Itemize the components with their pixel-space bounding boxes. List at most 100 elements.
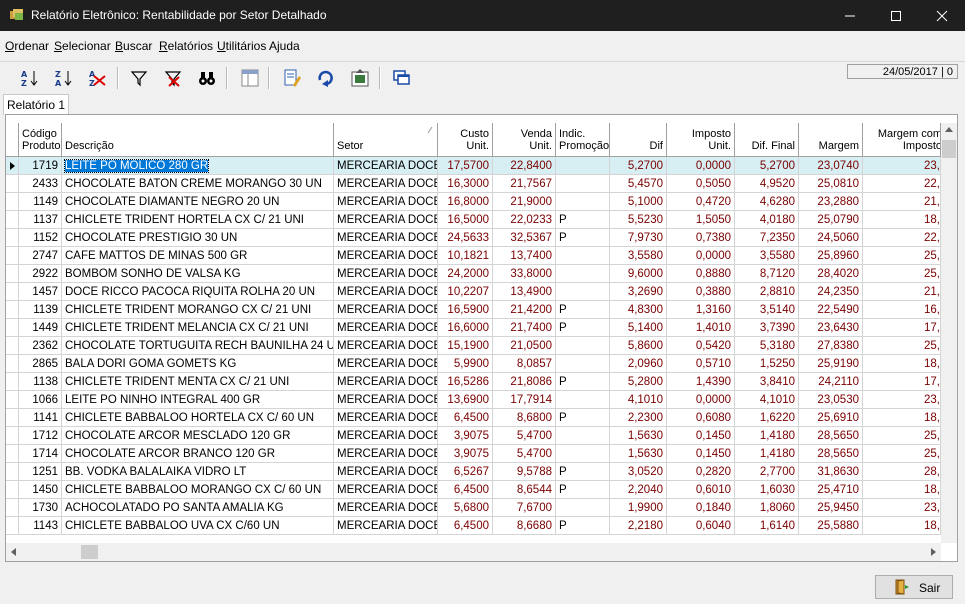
cell-descricao[interactable]: CHOCOLATE BATON CREME MORANGO 30 UN xyxy=(62,175,334,193)
cell-codigo[interactable]: 2433 xyxy=(19,175,62,193)
cell-setor[interactable]: MERCEARIA DOCE xyxy=(334,517,438,535)
row-indicator[interactable] xyxy=(6,175,19,193)
cell-dif-final[interactable]: 2,8810 xyxy=(735,283,799,301)
column-header-codigo[interactable]: Código Produto xyxy=(19,123,62,157)
cell-dif[interactable]: 1,5630 xyxy=(610,427,667,445)
cell-venda[interactable]: 22,8400 xyxy=(493,157,556,175)
cell-dif[interactable]: 5,4570 xyxy=(610,175,667,193)
row-indicator[interactable] xyxy=(6,229,19,247)
clear-filter-button[interactable] xyxy=(163,68,183,88)
cell-dif-final[interactable]: 3,8410 xyxy=(735,373,799,391)
cell-margem[interactable]: 23,6430 xyxy=(799,319,863,337)
cell-margem-imposto[interactable]: 17, xyxy=(863,373,941,391)
cell-margem-imposto[interactable]: 23, xyxy=(863,157,941,175)
cell-imposto[interactable]: 0,1450 xyxy=(667,427,735,445)
column-header-promocao[interactable]: Indic. Promoção xyxy=(556,123,610,157)
cell-setor[interactable]: MERCEARIA DOCE xyxy=(334,283,438,301)
column-header-venda[interactable]: Venda Unit. xyxy=(493,123,556,157)
cell-dif[interactable]: 3,2690 xyxy=(610,283,667,301)
menu-ordenar[interactable]: Ordenar xyxy=(5,39,49,53)
menu-buscar[interactable]: Buscar xyxy=(115,39,152,53)
cell-imposto[interactable]: 0,4720 xyxy=(667,193,735,211)
table-row[interactable]: 2362 CHOCOLATE TORTUGUITA RECH BAUNILHA 2… xyxy=(6,337,941,355)
cell-margem-imposto[interactable]: 23, xyxy=(863,391,941,409)
row-indicator[interactable] xyxy=(6,355,19,373)
cell-custo[interactable]: 6,4500 xyxy=(438,517,493,535)
cell-dif-final[interactable]: 4,1010 xyxy=(735,391,799,409)
cell-venda[interactable]: 13,7400 xyxy=(493,247,556,265)
cell-setor[interactable]: MERCEARIA DOCE xyxy=(334,301,438,319)
cell-promocao[interactable] xyxy=(556,175,610,193)
column-header-imposto[interactable]: Imposto Unit. xyxy=(667,123,735,157)
cell-dif[interactable]: 1,9900 xyxy=(610,499,667,517)
table-row[interactable]: 1251 BB. VODKA BALALAIKA VIDRO LT MERCEARI… xyxy=(6,463,941,481)
cell-codigo[interactable]: 1719 xyxy=(19,157,62,175)
cell-venda[interactable]: 22,0233 xyxy=(493,211,556,229)
cell-codigo[interactable]: 1138 xyxy=(19,373,62,391)
sort-descending-button[interactable]: Z A xyxy=(54,68,74,88)
cell-setor[interactable]: MERCEARIA DOCE xyxy=(334,463,438,481)
cell-margem[interactable]: 25,0790 xyxy=(799,211,863,229)
cell-dif[interactable]: 7,9730 xyxy=(610,229,667,247)
cell-custo[interactable]: 13,6900 xyxy=(438,391,493,409)
cell-imposto[interactable]: 0,5420 xyxy=(667,337,735,355)
cell-descricao[interactable]: BALA DORI GOMA GOMETS KG xyxy=(62,355,334,373)
cell-margem[interactable]: 25,8960 xyxy=(799,247,863,265)
cell-codigo[interactable]: 1450 xyxy=(19,481,62,499)
cell-dif[interactable]: 5,2700 xyxy=(610,157,667,175)
table-row[interactable]: 2433 CHOCOLATE BATON CREME MORANGO 30 UN M… xyxy=(6,175,941,193)
cell-dif[interactable]: 5,5230 xyxy=(610,211,667,229)
cell-imposto[interactable]: 0,0000 xyxy=(667,157,735,175)
cell-promocao[interactable] xyxy=(556,391,610,409)
cell-codigo[interactable]: 1152 xyxy=(19,229,62,247)
cell-margem[interactable]: 23,0530 xyxy=(799,391,863,409)
cell-dif-final[interactable]: 5,3180 xyxy=(735,337,799,355)
cell-dif-final[interactable]: 1,8060 xyxy=(735,499,799,517)
cell-custo[interactable]: 16,5000 xyxy=(438,211,493,229)
cell-descricao[interactable]: CHOCOLATE DIAMANTE NEGRO 20 UN xyxy=(62,193,334,211)
cell-dif[interactable]: 5,8600 xyxy=(610,337,667,355)
cell-custo[interactable]: 16,6000 xyxy=(438,319,493,337)
cell-margem-imposto[interactable]: 25, xyxy=(863,247,941,265)
cell-descricao[interactable]: CHICLETE BABBALOO MORANGO CX C/ 60 UN xyxy=(62,481,334,499)
cell-imposto[interactable]: 0,5710 xyxy=(667,355,735,373)
cell-custo[interactable]: 15,1900 xyxy=(438,337,493,355)
cell-dif[interactable]: 2,2040 xyxy=(610,481,667,499)
maximize-button[interactable] xyxy=(873,0,919,31)
cell-custo[interactable]: 6,4500 xyxy=(438,409,493,427)
table-row[interactable]: 1719 LEITE PO MOLICO 280 GR MERCEARIA DOCE… xyxy=(6,157,941,175)
cell-dif-final[interactable]: 4,0180 xyxy=(735,211,799,229)
cell-setor[interactable]: MERCEARIA DOCE xyxy=(334,409,438,427)
cell-promocao[interactable] xyxy=(556,337,610,355)
cell-margem-imposto[interactable]: 25, xyxy=(863,337,941,355)
vertical-scroll-thumb[interactable] xyxy=(942,140,956,158)
cell-margem-imposto[interactable]: 16, xyxy=(863,301,941,319)
cell-margem-imposto[interactable]: 18, xyxy=(863,355,941,373)
cell-descricao[interactable]: CAFE MATTOS DE MINAS 500 GR xyxy=(62,247,334,265)
vertical-scrollbar[interactable] xyxy=(941,123,957,543)
cell-setor[interactable]: MERCEARIA DOCE xyxy=(334,247,438,265)
cell-descricao[interactable]: CHICLETE TRIDENT MENTA CX C/ 21 UNI xyxy=(62,373,334,391)
column-header-setor[interactable]: Setor xyxy=(334,123,438,157)
row-indicator[interactable] xyxy=(6,283,19,301)
cell-margem-imposto[interactable]: 25, xyxy=(863,427,941,445)
cell-margem-imposto[interactable]: 28, xyxy=(863,463,941,481)
column-header-dif-final[interactable]: Dif. Final xyxy=(735,123,799,157)
cell-dif[interactable]: 2,2300 xyxy=(610,409,667,427)
cell-imposto[interactable]: 0,8880 xyxy=(667,265,735,283)
cell-venda[interactable]: 13,4900 xyxy=(493,283,556,301)
cell-promocao[interactable]: P xyxy=(556,373,610,391)
row-indicator[interactable] xyxy=(6,481,19,499)
refresh-button[interactable] xyxy=(316,68,336,88)
table-row[interactable]: 1138 CHICLETE TRIDENT MENTA CX C/ 21 UNI M… xyxy=(6,373,941,391)
cell-codigo[interactable]: 1449 xyxy=(19,319,62,337)
cell-margem[interactable]: 24,5060 xyxy=(799,229,863,247)
cell-setor[interactable]: MERCEARIA DOCE xyxy=(334,445,438,463)
cell-dif[interactable]: 4,8300 xyxy=(610,301,667,319)
export-button[interactable] xyxy=(350,68,370,88)
exit-button[interactable]: Sair xyxy=(875,575,953,599)
cell-imposto[interactable]: 1,3160 xyxy=(667,301,735,319)
table-row[interactable]: 1152 CHOCOLATE PRESTIGIO 30 UN MERCEARIA D… xyxy=(6,229,941,247)
cell-descricao[interactable]: CHOCOLATE TORTUGUITA RECH BAUNILHA 24 UN xyxy=(62,337,334,355)
minimize-button[interactable] xyxy=(827,0,873,31)
